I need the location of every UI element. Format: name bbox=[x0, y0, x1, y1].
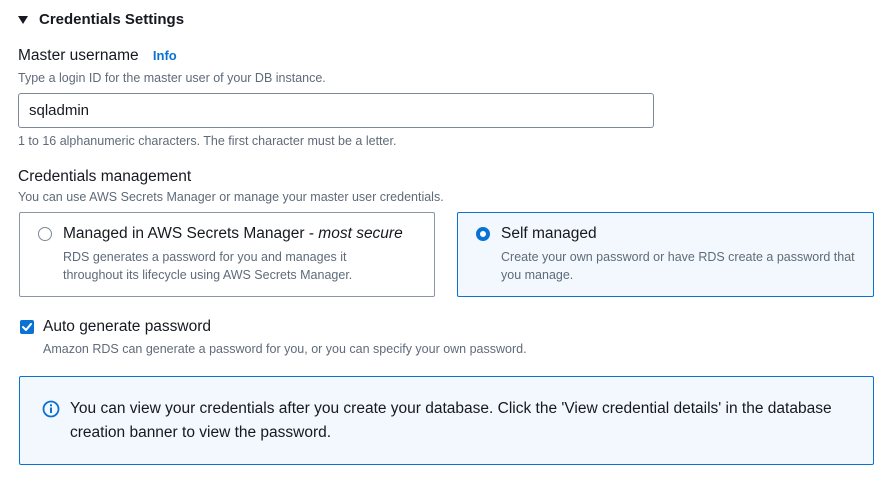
info-link[interactable]: Info bbox=[153, 48, 177, 63]
master-username-input[interactable] bbox=[18, 93, 654, 128]
credentials-management-description: You can use AWS Secrets Manager or manag… bbox=[18, 190, 444, 204]
option-secrets-manager-description: RDS generates a password for you and man… bbox=[63, 250, 353, 282]
credentials-settings-toggle[interactable]: Credentials Settings bbox=[18, 8, 184, 30]
caret-down-icon bbox=[18, 16, 28, 24]
auto-generate-password-description: Amazon RDS can generate a password for y… bbox=[43, 342, 527, 356]
info-alert: You can view your credentials after you … bbox=[19, 376, 874, 465]
auto-generate-password-checkbox[interactable] bbox=[20, 320, 34, 334]
option-self-managed[interactable]: Self managed Create your own password or… bbox=[457, 212, 874, 297]
radio-secrets-manager[interactable] bbox=[38, 227, 52, 241]
master-username-label-text: Master username bbox=[18, 47, 139, 64]
master-username-constraint: 1 to 16 alphanumeric characters. The fir… bbox=[18, 134, 397, 148]
option-self-managed-description: Create your own password or have RDS cre… bbox=[501, 250, 855, 282]
option-secrets-manager-title: Managed in AWS Secrets Manager - most se… bbox=[63, 225, 403, 242]
info-circle-icon bbox=[42, 400, 60, 418]
option-self-managed-title: Self managed bbox=[501, 225, 597, 242]
checkmark-icon bbox=[22, 323, 32, 331]
radio-self-managed[interactable] bbox=[476, 227, 490, 241]
option-secrets-manager[interactable]: Managed in AWS Secrets Manager - most se… bbox=[19, 212, 435, 297]
credentials-management-label: Credentials management bbox=[18, 168, 192, 185]
section-title: Credentials Settings bbox=[39, 10, 185, 28]
master-username-label: Master username Info bbox=[18, 47, 177, 65]
auto-generate-password-label[interactable]: Auto generate password bbox=[43, 318, 211, 336]
master-username-description: Type a login ID for the master user of y… bbox=[18, 71, 326, 85]
info-alert-text: You can view your credentials after you … bbox=[70, 400, 832, 441]
